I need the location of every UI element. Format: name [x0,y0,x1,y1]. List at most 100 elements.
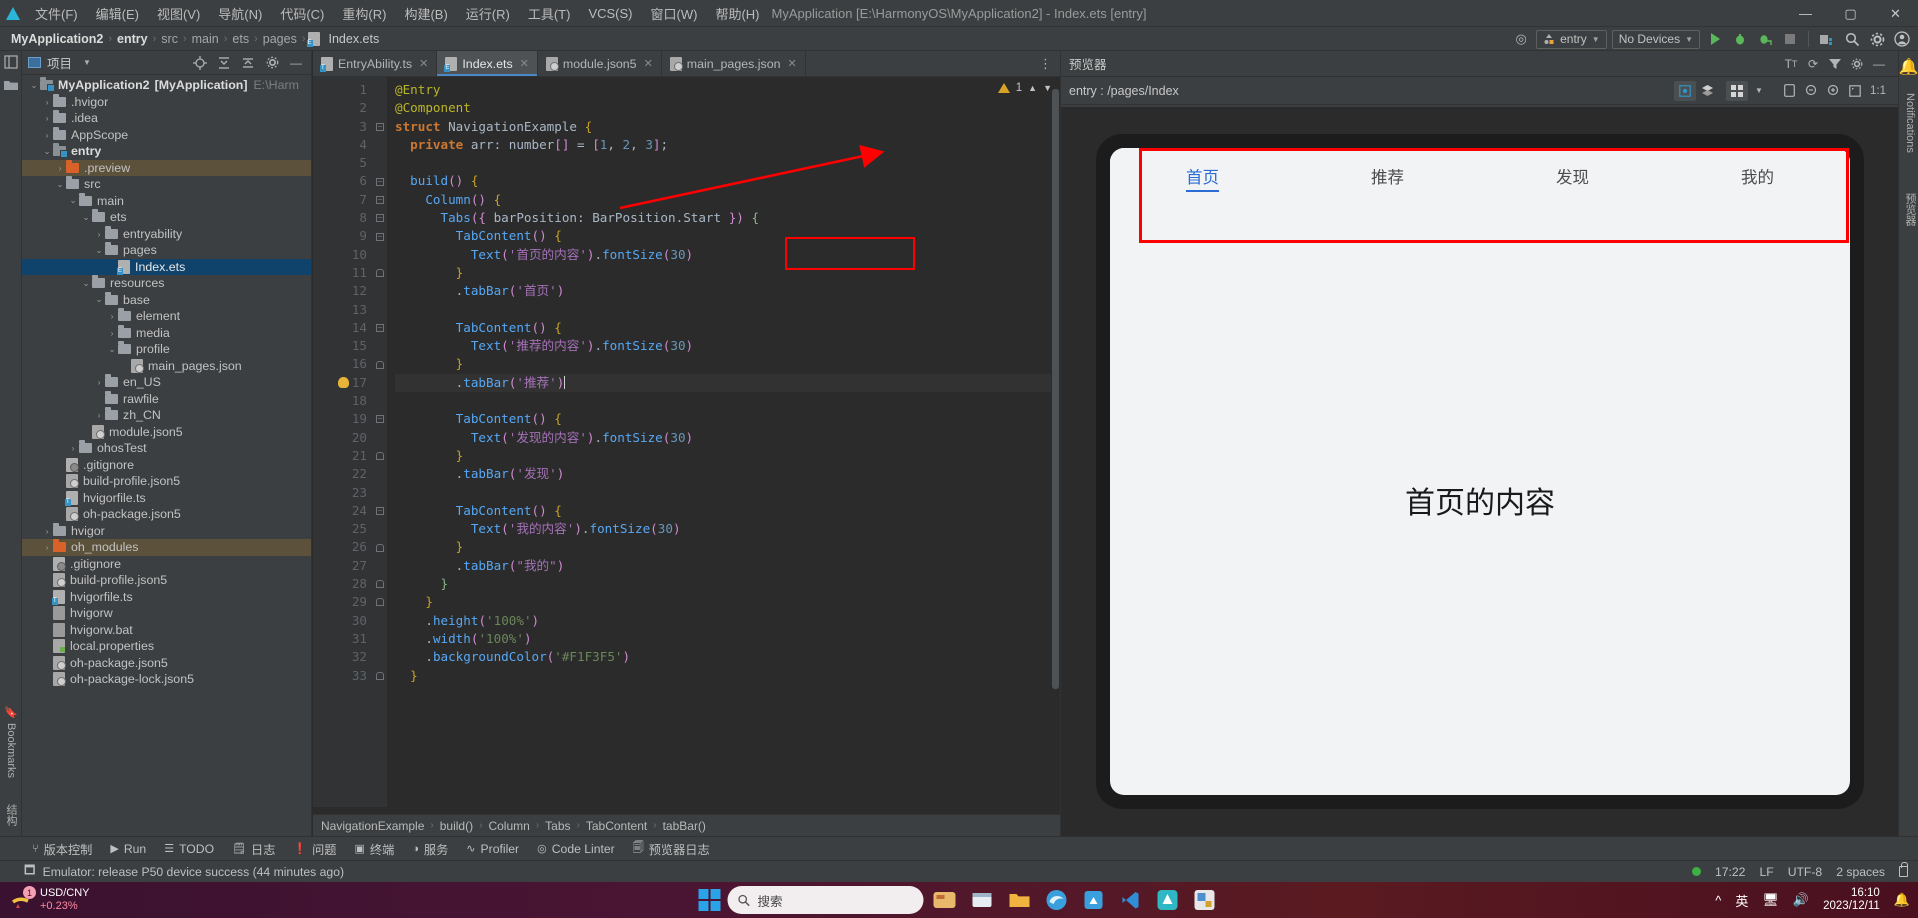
taskbar-app-other[interactable] [1190,885,1220,915]
app-tab-2[interactable]: 发现 [1480,164,1665,188]
module-selector[interactable]: entry ▼ [1536,29,1607,49]
breadcrumb-item-1[interactable]: entry [114,32,151,46]
zoom-out-button[interactable] [1800,81,1822,101]
tree-node-myapplication2[interactable]: ⌄ MyApplication2 [MyApplication] E:\Harm [22,77,311,94]
start-button-icon[interactable] [698,889,721,911]
chevron-down-icon[interactable]: ⌄ [93,245,105,256]
tool-window-services[interactable]: ◑ 服务 [404,838,456,860]
code-fold-toggle[interactable] [376,269,384,278]
menu-item-5[interactable]: 重构(R) [333,0,395,27]
code-line-31[interactable]: .width('100%') [395,630,1060,648]
editor-breadcrumb-item-4[interactable]: TabContent [586,819,647,833]
tree-node-build-profile-json5[interactable]: build-profile.json5 [22,473,311,490]
maximize-button[interactable]: ▢ [1828,0,1873,27]
taskbar-widgets-button[interactable] [931,885,961,915]
tree-node-en-us[interactable]: › en_US [22,374,311,391]
intention-bulb-icon[interactable] [338,376,349,388]
chevron-right-icon[interactable]: › [106,328,118,338]
gear-icon[interactable] [1846,54,1868,74]
menu-item-2[interactable]: 视图(V) [148,0,209,27]
tree-node-src[interactable]: ⌄ src [22,176,311,193]
chevron-down-icon[interactable]: ⌄ [80,212,92,223]
previewer-stripe-label[interactable]: 预览器 [1902,193,1918,226]
app-tab-0[interactable]: 首页 [1110,164,1295,192]
taskbar-app-store[interactable] [1079,885,1109,915]
tool-window-lint[interactable]: ◎ Code Linter [529,840,623,858]
lock-icon[interactable] [1899,862,1908,877]
editor-breadcrumb[interactable]: NavigationExample › build() › Column › Tabs › Ta… [313,814,1060,836]
tree-node-hvigorw[interactable]: hvigorw [22,605,311,622]
editor-tab-main-pages-json[interactable]: main_pages.json ✕ [662,51,806,76]
menu-item-1[interactable]: 编辑(E) [87,0,148,27]
code-line-9[interactable]: TabContent() { [395,227,1060,245]
tool-window-warning[interactable]: ❗ 问题 [285,838,344,860]
tree-node-main[interactable]: ⌄ main [22,192,311,210]
app-tab-3[interactable]: 我的 [1665,164,1850,188]
code-line-12[interactable]: .tabBar('首页') [395,282,1060,300]
bookmarks-stripe-button[interactable]: 🔖 Bookmarks [5,702,18,782]
breadcrumb-item-0[interactable]: MyApplication2 [8,32,106,46]
code-fold-toggle[interactable]: − [376,122,384,131]
tree-node-resources[interactable]: ⌄ resources [22,275,311,292]
project-tree[interactable]: ⌄ MyApplication2 [MyApplication] E:\Harm › .h… [22,75,311,688]
tree-node--preview[interactable]: › .preview [22,159,311,176]
tree-node-ets[interactable]: ⌄ ets [22,209,311,226]
tree-node--idea[interactable]: › .idea [22,110,311,127]
encoding-label[interactable]: UTF-8 [1788,865,1823,879]
menu-item-9[interactable]: VCS(S) [579,2,641,25]
tree-node-build-profile-json5[interactable]: build-profile.json5 [22,572,311,589]
breadcrumb-file[interactable]: Index.ets [306,31,379,47]
structure-stripe-button[interactable]: 结构 [3,800,19,830]
menu-item-8[interactable]: 工具(T) [519,0,580,27]
tree-node-oh-modules[interactable]: › oh_modules [22,539,311,556]
chevron-down-icon[interactable]: ⌄ [106,344,118,355]
taskbar-app-vscode[interactable] [1116,885,1146,915]
code-fold-toggle[interactable]: − [376,324,384,332]
fit-screen-button[interactable] [1844,81,1866,101]
minimize-button[interactable]: — [1783,0,1828,27]
code-line-17[interactable]: .tabBar('推荐') [395,373,1060,393]
close-button[interactable]: ✕ [1873,0,1918,27]
code-line-29[interactable]: } [395,593,1060,611]
locate-file-icon[interactable] [191,54,209,72]
tool-window-play[interactable]: ▶ Run [102,840,154,858]
menu-item-6[interactable]: 构建(B) [395,0,456,27]
tree-node-media[interactable]: › media [22,324,311,342]
editor-tab-module-json5[interactable]: module.json5 ✕ [538,51,662,76]
editor-breadcrumb-item-2[interactable]: Column [488,819,529,833]
tree-node--gitignore[interactable]: .gitignore [22,457,311,474]
refresh-icon[interactable]: ⟳ [1802,54,1824,74]
editor-tab-entryability-ts[interactable]: EntryAbility.ts ✕ [313,51,438,76]
tree-node-module-json5[interactable]: module.json5 [22,424,311,441]
tool-window-list[interactable]: ☰ TODO [156,840,222,858]
code-fold-toggle[interactable] [376,452,384,461]
code-fold-toggle[interactable]: − [376,232,384,241]
gear-icon[interactable] [263,54,281,72]
tree-node-pages[interactable]: ⌄ pages [22,242,311,259]
taskbar-app-deveco[interactable] [1153,885,1183,915]
notifications-bell-icon[interactable]: 🔔 [1899,57,1918,77]
tool-window-profiler[interactable]: ∿ Profiler [458,840,527,858]
stop-button[interactable] [1780,29,1800,49]
hide-panel-icon[interactable]: — [287,54,305,72]
chevron-down-icon[interactable]: ▼ [1748,81,1770,101]
code-line-32[interactable]: .backgroundColor('#F1F3F5') [395,648,1060,666]
tree-node-entryability[interactable]: › entryability [22,225,311,243]
code-line-15[interactable]: Text('推荐的内容').fontSize(30) [395,337,1060,355]
tree-node-zh-cn[interactable]: › zh_CN [22,407,311,424]
close-icon[interactable]: ✕ [787,57,796,70]
chevron-down-icon[interactable]: ⌄ [67,195,79,206]
inspector-toggle-button[interactable] [1674,80,1696,101]
tree-node-local-properties[interactable]: local.properties [22,638,311,655]
code-fold-toggle[interactable] [376,671,384,680]
tree-node-hvigorfile-ts[interactable]: hvigorfile.ts [22,490,311,507]
editor-scrollbar[interactable] [1051,77,1060,807]
close-icon[interactable]: ✕ [419,57,428,70]
menu-item-4[interactable]: 代码(C) [271,0,333,27]
menu-item-11[interactable]: 帮助(H) [706,0,768,27]
app-tab-1[interactable]: 推荐 [1295,164,1480,188]
code-line-7[interactable]: Column() { [395,191,1060,209]
account-avatar-icon[interactable] [1892,29,1912,49]
preview-target-icon[interactable]: ◎ [1511,29,1531,49]
tree-node-oh-package-json5[interactable]: oh-package.json5 [22,506,311,523]
